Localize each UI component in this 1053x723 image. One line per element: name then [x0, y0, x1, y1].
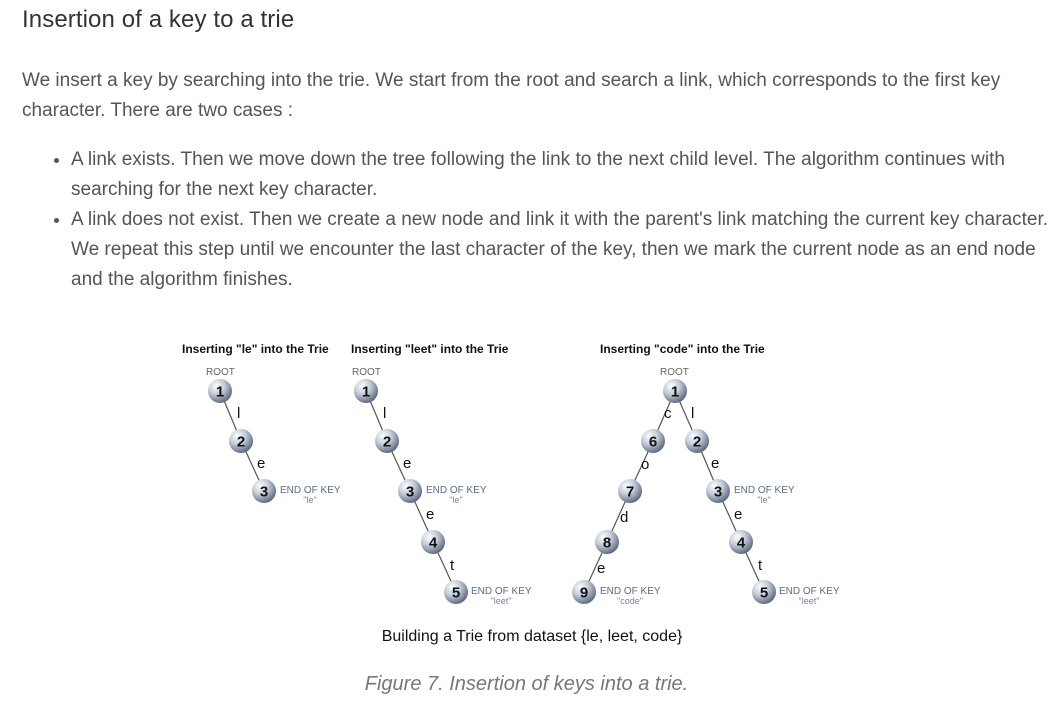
edge-label: e	[426, 506, 434, 523]
edge-label: e	[597, 560, 605, 577]
edge-label: e	[403, 455, 411, 472]
end-of-key-word: "le"	[449, 495, 462, 505]
node-number: 4	[737, 535, 746, 552]
node-number: 3	[714, 484, 722, 501]
panel-title: Inserting "le" into the Trie	[182, 342, 329, 356]
node-number: 9	[580, 585, 588, 602]
figure-main-label: Building a Trie from dataset {le, leet, …	[382, 628, 683, 645]
panel-title: Inserting "code" into the Trie	[600, 342, 765, 356]
edge-label: o	[641, 456, 649, 473]
node-number: 5	[760, 585, 768, 602]
panel-insert-leet: Inserting "leet" into the Trie ROOT l e …	[351, 342, 532, 606]
trie-figure: Inserting "le" into the Trie ROOT l e 1 …	[182, 342, 840, 645]
end-of-key-word: "le"	[757, 495, 770, 505]
node-number: 1	[362, 384, 370, 401]
end-of-key-word: "code"	[617, 596, 643, 606]
panel-insert-le: Inserting "le" into the Trie ROOT l e 1 …	[182, 342, 341, 505]
edge-label: e	[711, 455, 719, 472]
node-number: 6	[649, 434, 657, 451]
end-of-key-word: "le"	[303, 495, 316, 505]
node-number: 5	[452, 585, 460, 602]
node-number: 2	[693, 434, 701, 451]
node-number: 7	[626, 484, 634, 501]
panel-insert-code: Inserting "code" into the Trie ROOT c o …	[572, 342, 840, 606]
node-number: 4	[429, 535, 438, 552]
panel-title: Inserting "leet" into the Trie	[351, 342, 509, 356]
node-number: 8	[603, 535, 611, 552]
edge-label: t	[450, 557, 455, 574]
edge-label: c	[664, 405, 672, 422]
edge-label: l	[237, 405, 240, 422]
node-number: 2	[383, 434, 391, 451]
node-number: 1	[671, 384, 679, 401]
root-label: ROOT	[660, 367, 689, 378]
root-label: ROOT	[352, 367, 381, 378]
node-number: 1	[216, 384, 224, 401]
edge-label: e	[734, 506, 742, 523]
node-number: 2	[237, 434, 245, 451]
end-of-key-word: "leet"	[491, 596, 512, 606]
edge-label: d	[620, 509, 628, 526]
node-number: 3	[260, 484, 268, 501]
edge-label: l	[691, 405, 694, 422]
edge-label: e	[257, 455, 265, 472]
root-label: ROOT	[206, 367, 235, 378]
end-of-key-word: "leet"	[799, 596, 820, 606]
node-number: 3	[406, 484, 414, 501]
edge-label: l	[383, 405, 386, 422]
figure-caption: Figure 7. Insertion of keys into a trie.	[364, 673, 689, 695]
edge-label: t	[758, 557, 763, 574]
